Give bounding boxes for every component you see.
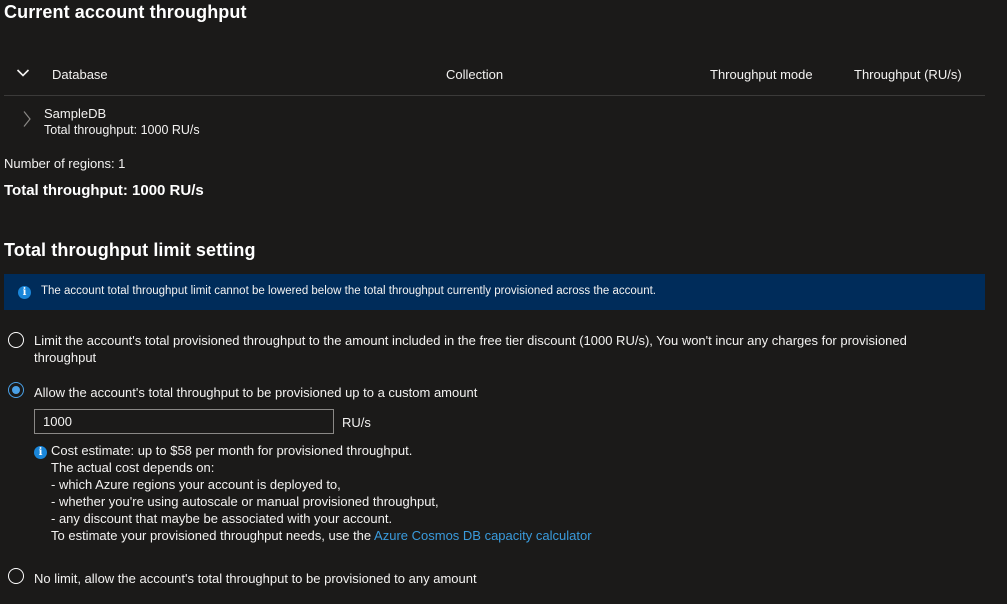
- column-header-throughput-mode[interactable]: Throughput mode: [710, 67, 813, 82]
- radio-no-limit[interactable]: [8, 568, 24, 584]
- radio-label-free-tier-line1[interactable]: Limit the account's total provisioned th…: [34, 332, 907, 349]
- radio-free-tier-limit[interactable]: [8, 332, 24, 348]
- database-name: SampleDB: [44, 106, 107, 121]
- chevron-down-icon[interactable]: [16, 68, 30, 78]
- column-header-throughput[interactable]: Throughput (RU/s): [854, 67, 962, 82]
- table-header-divider: [4, 95, 985, 96]
- cost-estimate-line1: Cost estimate: up to $58 per month for p…: [51, 443, 413, 458]
- cost-estimate-line5: - any discount that maybe be associated …: [51, 511, 393, 526]
- radio-label-free-tier-line2[interactable]: throughput: [34, 349, 96, 366]
- info-icon: i: [34, 446, 47, 459]
- throughput-settings-panel: Current account throughput Database Coll…: [0, 0, 1007, 604]
- info-icon: i: [18, 286, 31, 299]
- custom-throughput-input[interactable]: [34, 409, 334, 434]
- info-banner-text: The account total throughput limit canno…: [41, 285, 656, 297]
- radio-label-custom-amount[interactable]: Allow the account's total throughput to …: [34, 384, 477, 401]
- regions-count: Number of regions: 1: [4, 156, 126, 171]
- info-banner: i The account total throughput limit can…: [4, 274, 985, 310]
- column-header-collection[interactable]: Collection: [446, 67, 503, 82]
- section-title-current-throughput: Current account throughput: [4, 2, 247, 22]
- radio-custom-amount[interactable]: [8, 382, 24, 398]
- chevron-right-icon[interactable]: [22, 110, 32, 128]
- database-total-throughput: Total throughput: 1000 RU/s: [44, 123, 200, 137]
- cost-estimate-line4: - whether you're using autoscale or manu…: [51, 494, 439, 509]
- capacity-calculator-link[interactable]: Azure Cosmos DB capacity calculator: [374, 528, 591, 543]
- section-title-limit-setting: Total throughput limit setting: [4, 240, 256, 260]
- total-throughput: Total throughput: 1000 RU/s: [4, 182, 204, 199]
- radio-label-no-limit[interactable]: No limit, allow the account's total thro…: [34, 570, 477, 587]
- cost-estimate-line2: The actual cost depends on:: [51, 460, 215, 475]
- throughput-unit-label: RU/s: [342, 415, 371, 430]
- cost-estimate-line6: To estimate your provisioned throughput …: [51, 528, 592, 543]
- cost-estimate-line6-text: To estimate your provisioned throughput …: [51, 528, 375, 543]
- cost-estimate-line3: - which Azure regions your account is de…: [51, 477, 341, 492]
- column-header-database[interactable]: Database: [52, 67, 108, 82]
